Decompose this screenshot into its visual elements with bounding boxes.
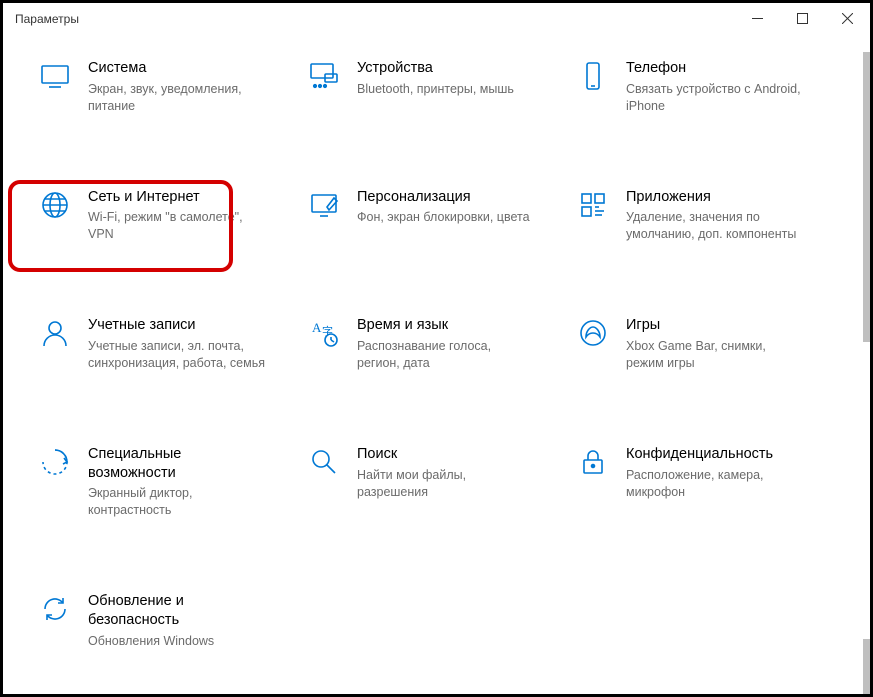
privacy-icon [576, 445, 610, 479]
accounts-icon [38, 316, 72, 350]
tile-title: Поиск [357, 445, 537, 464]
window-title: Параметры [15, 12, 79, 26]
tile-system[interactable]: Система Экран, звук, уведомления, питани… [38, 55, 297, 119]
gaming-icon [576, 316, 610, 350]
phone-icon [576, 59, 610, 93]
apps-icon [576, 188, 610, 222]
settings-grid: Система Экран, звук, уведомления, питани… [38, 55, 835, 654]
scrollbar-thumb[interactable] [863, 52, 870, 342]
globe-icon [38, 188, 72, 222]
tile-desc: Экранный диктор, контрастность [88, 485, 268, 519]
tile-title: Игры [626, 316, 806, 335]
tile-apps[interactable]: Приложения Удаление, значения по умолчан… [576, 184, 835, 248]
tile-desc: Удаление, значения по умолчанию, доп. ко… [626, 209, 806, 243]
tile-desc: Учетные записи, эл. почта, синхронизация… [88, 338, 268, 372]
tile-gaming[interactable]: Игры Xbox Game Bar, снимки, режим игры [576, 312, 835, 376]
tile-network[interactable]: Сеть и Интернет Wi-Fi, режим "в самолете… [38, 184, 297, 248]
tile-title: Время и язык [357, 316, 537, 335]
time-language-icon: A字 [307, 316, 341, 350]
tile-desc: Найти мои файлы, разрешения [357, 467, 537, 501]
update-icon [38, 592, 72, 626]
tile-title: Обновление и безопасность [88, 592, 268, 630]
tile-title: Сеть и Интернет [88, 188, 268, 207]
tile-title: Система [88, 59, 268, 78]
tile-devices[interactable]: Устройства Bluetooth, принтеры, мышь [307, 55, 566, 119]
tile-title: Приложения [626, 188, 806, 207]
tile-title: Учетные записи [88, 316, 268, 335]
svg-text:A: A [312, 320, 322, 335]
minimize-button[interactable] [735, 3, 780, 33]
tile-desc: Экран, звук, уведомления, питание [88, 81, 268, 115]
tile-title: Устройства [357, 59, 514, 78]
tile-desc: Bluetooth, принтеры, мышь [357, 81, 514, 98]
tile-title: Телефон [626, 59, 806, 78]
titlebar: Параметры [3, 3, 870, 35]
tile-title: Конфиденциальность [626, 445, 806, 464]
search-icon [307, 445, 341, 479]
tile-desc: Расположение, камера, микрофон [626, 467, 806, 501]
tile-time-language[interactable]: A字 Время и язык Распознавание голоса, ре… [307, 312, 566, 376]
tile-accounts[interactable]: Учетные записи Учетные записи, эл. почта… [38, 312, 297, 376]
tile-desc: Связать устройство с Android, iPhone [626, 81, 806, 115]
maximize-button[interactable] [780, 3, 825, 33]
tile-update-security[interactable]: Обновление и безопасность Обновления Win… [38, 588, 297, 654]
tile-personalization[interactable]: Персонализация Фон, экран блокировки, цв… [307, 184, 566, 248]
tile-desc: Wi-Fi, режим "в самолете", VPN [88, 209, 268, 243]
tile-privacy[interactable]: Конфиденциальность Расположение, камера,… [576, 441, 835, 523]
tile-desc: Распознавание голоса, регион, дата [357, 338, 537, 372]
close-button[interactable] [825, 3, 870, 33]
tile-title: Специальные возможности [88, 445, 268, 483]
tile-title: Персонализация [357, 188, 530, 207]
devices-icon [307, 59, 341, 93]
tile-search[interactable]: Поиск Найти мои файлы, разрешения [307, 441, 566, 523]
ease-of-access-icon [38, 445, 72, 479]
tile-desc: Фон, экран блокировки, цвета [357, 209, 530, 226]
window-controls [735, 3, 870, 33]
tile-desc: Обновления Windows [88, 633, 268, 650]
settings-content: Система Экран, звук, уведомления, питани… [3, 35, 870, 694]
tile-desc: Xbox Game Bar, снимки, режим игры [626, 338, 806, 372]
tile-ease-of-access[interactable]: Специальные возможности Экранный диктор,… [38, 441, 297, 523]
scrollbar-thumb-bottom[interactable] [863, 639, 870, 694]
scrollbar[interactable] [858, 32, 870, 694]
system-icon [38, 59, 72, 93]
tile-phone[interactable]: Телефон Связать устройство с Android, iP… [576, 55, 835, 119]
personalization-icon [307, 188, 341, 222]
